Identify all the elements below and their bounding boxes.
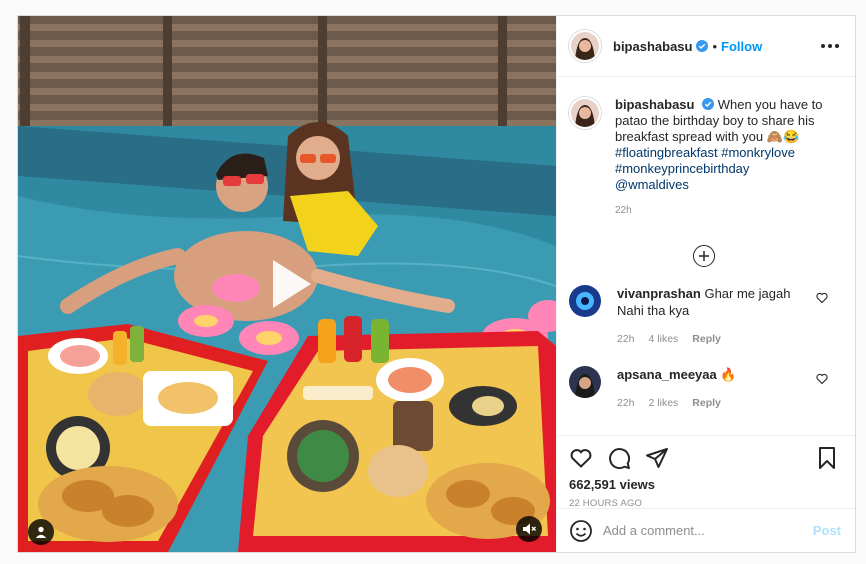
add-comment-bar: Post <box>557 508 855 552</box>
commenter-avatar[interactable] <box>569 366 601 398</box>
comment-time[interactable]: 22h <box>617 331 635 348</box>
comment-meta: 22h 4 likes Reply <box>617 331 817 348</box>
post-side-panel: bipashabasu • Follow bipashabasu When yo… <box>556 16 855 552</box>
play-button[interactable] <box>259 254 319 314</box>
action-icons-row <box>569 436 839 476</box>
comment-like-heart-icon[interactable] <box>816 292 828 304</box>
post-actions: 662,591 views 22 HOURS AGO <box>557 435 855 509</box>
separator-dot: • <box>712 38 718 54</box>
mute-toggle-button[interactable] <box>516 516 542 542</box>
caption-emoji: 🙈😂 <box>766 129 800 144</box>
reply-button[interactable]: Reply <box>692 395 721 412</box>
user-tag-button[interactable] <box>28 519 54 545</box>
bookmark-icon[interactable] <box>815 446 839 470</box>
post-video[interactable] <box>18 16 556 552</box>
emoji-icon[interactable] <box>569 519 593 543</box>
author-username[interactable]: bipashabasu <box>613 39 692 54</box>
muted-speaker-icon <box>523 523 536 535</box>
hashtag-link[interactable]: #monkrylove <box>721 145 795 160</box>
follow-button[interactable]: Follow <box>721 39 762 54</box>
comment-icon[interactable] <box>607 446 631 470</box>
hashtag-link[interactable]: #floatingbreakfast <box>615 145 718 160</box>
post-header: bipashabasu • Follow <box>557 16 855 77</box>
more-options-icon[interactable] <box>821 44 839 48</box>
commenter-avatar-image <box>569 285 601 317</box>
reply-button[interactable]: Reply <box>692 331 721 348</box>
caption-timestamp[interactable]: 22h <box>615 203 825 219</box>
user-tag-icon <box>35 526 47 538</box>
post-comment-button[interactable]: Post <box>813 523 841 538</box>
comment-like-heart-icon[interactable] <box>816 373 828 385</box>
comments-list[interactable]: bipashabasu When you have to patao the b… <box>557 77 855 435</box>
comment-likes[interactable]: 2 likes <box>649 395 679 412</box>
comment-text: 🔥 <box>720 367 737 382</box>
author-avatar[interactable] <box>569 30 601 62</box>
heart-icon[interactable] <box>569 446 593 470</box>
play-icon <box>273 260 311 308</box>
comment-input[interactable] <box>603 523 813 538</box>
commenter-avatar-image <box>569 366 601 398</box>
comment-time[interactable]: 22h <box>617 395 635 412</box>
mention-link[interactable]: @wmaldives <box>615 177 689 192</box>
instagram-post: bipashabasu • Follow bipashabasu When yo… <box>17 15 856 553</box>
commenter-username[interactable]: apsana_meeyaa <box>617 367 717 382</box>
comment-likes[interactable]: 4 likes <box>649 331 679 348</box>
caption-author-avatar[interactable] <box>569 97 601 129</box>
commenter-avatar[interactable] <box>569 285 601 317</box>
commenter-username[interactable]: vivanprashan <box>617 286 701 301</box>
comment-item: apsana_meeyaa 🔥 22h 2 likes Reply <box>557 366 855 412</box>
comment-meta: 22h 2 likes Reply <box>617 395 817 412</box>
verified-badge-icon <box>702 98 715 110</box>
plus-circle-icon <box>699 251 709 261</box>
caption-author-avatar-image <box>571 99 599 127</box>
view-count[interactable]: 662,591 views <box>569 476 839 494</box>
verified-badge-icon <box>696 40 709 52</box>
comment-item: vivanprashan Ghar me jagah Nahi tha kya … <box>557 285 855 348</box>
post-caption: bipashabasu When you have to patao the b… <box>557 77 855 219</box>
load-more-comments-button[interactable] <box>693 245 715 267</box>
author-avatar-image <box>571 32 599 60</box>
caption-username[interactable]: bipashabasu <box>615 97 694 112</box>
paper-plane-icon[interactable] <box>645 446 669 470</box>
hashtag-link[interactable]: #monkeyprincebirthday <box>615 161 749 176</box>
